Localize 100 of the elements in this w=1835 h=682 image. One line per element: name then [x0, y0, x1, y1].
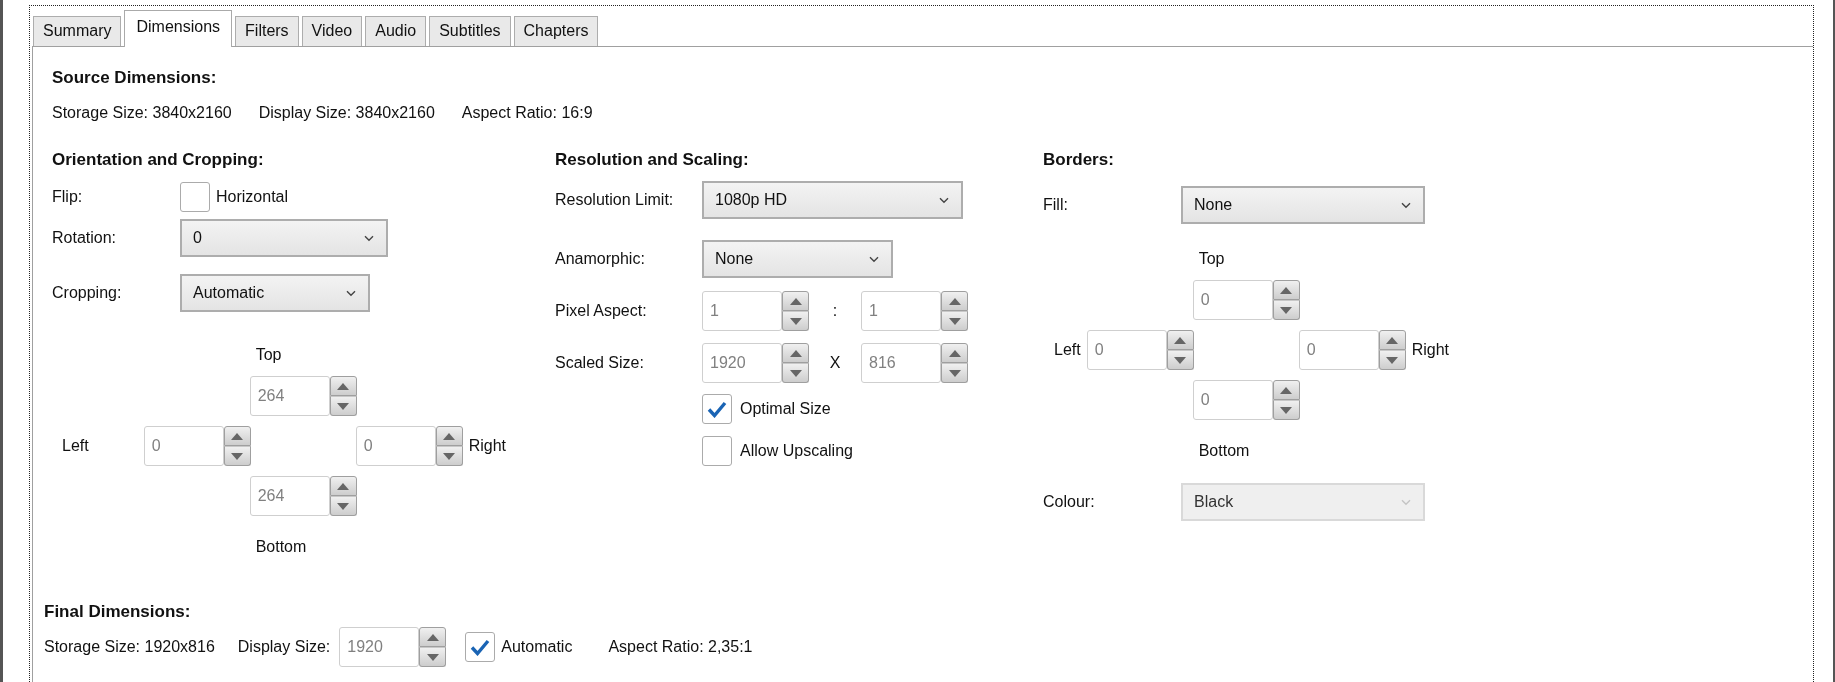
decrement-button[interactable]: [782, 311, 809, 331]
decrement-button[interactable]: [782, 363, 809, 383]
number-field[interactable]: 0: [1192, 280, 1273, 320]
chevron-down-icon: [869, 255, 879, 263]
up-triangle-icon: [337, 482, 350, 490]
down-triangle-icon: [789, 317, 802, 325]
number-field[interactable]: 264: [249, 376, 330, 416]
increment-button[interactable]: [1166, 330, 1194, 350]
number-field[interactable]: 264: [249, 476, 330, 516]
increment-button[interactable]: [419, 627, 447, 647]
increment-button[interactable]: [1272, 280, 1300, 300]
decrement-button[interactable]: [941, 363, 968, 383]
increment-button[interactable]: [941, 291, 968, 311]
decrement-button[interactable]: [1272, 300, 1300, 320]
field-label: Cropping:: [52, 284, 123, 302]
down-triangle-icon: [789, 369, 802, 377]
number-field[interactable]: 0: [355, 426, 436, 466]
chevron-down-icon: [1401, 498, 1411, 506]
increment-button[interactable]: [1272, 380, 1300, 400]
info-text: Storage Size: 1920x816: [44, 638, 215, 656]
up-triangle-icon: [789, 349, 802, 357]
number-field[interactable]: 816: [861, 343, 941, 383]
decrement-button[interactable]: [1166, 350, 1194, 370]
up-triangle-icon: [1280, 386, 1293, 394]
increment-button[interactable]: [435, 426, 463, 446]
increment-button[interactable]: [329, 376, 357, 396]
decrement-button[interactable]: [1272, 400, 1300, 420]
tab[interactable]: Video: [301, 16, 363, 46]
field-label: Fill:: [1043, 196, 1069, 214]
tab[interactable]: Summary: [33, 16, 122, 46]
field-label: Pixel Aspect:: [555, 302, 648, 320]
field-label: Top: [1197, 249, 1226, 269]
checkbox[interactable]: [180, 182, 210, 212]
tab[interactable]: Subtitles: [429, 16, 511, 46]
increment-button[interactable]: [1378, 330, 1406, 350]
increment-button[interactable]: [329, 476, 357, 496]
up-triangle-icon: [337, 382, 350, 390]
increment-button[interactable]: [223, 426, 251, 446]
field-label: Right: [1411, 341, 1450, 359]
dropdown[interactable]: None: [1181, 186, 1425, 224]
info-text: Aspect Ratio: 2,35:1: [608, 638, 753, 656]
decrement-button[interactable]: [329, 496, 357, 516]
field-label: Colour:: [1043, 493, 1096, 511]
decrement-button[interactable]: [419, 647, 447, 667]
decrement-button[interactable]: [329, 396, 357, 416]
field-label: Resolution Limit:: [555, 191, 675, 209]
up-triangle-icon: [789, 297, 802, 305]
chevron-down-icon: [1401, 201, 1411, 209]
decrement-button[interactable]: [941, 311, 968, 331]
chevron-down-icon: [364, 234, 374, 242]
field-label: Flip:: [52, 188, 84, 206]
check-icon: [470, 638, 491, 656]
dropdown[interactable]: None: [702, 240, 893, 278]
number-field[interactable]: 1920: [702, 343, 782, 383]
decrement-button[interactable]: [1378, 350, 1406, 370]
number-field[interactable]: 0: [1086, 330, 1167, 370]
down-triangle-icon: [1280, 306, 1293, 314]
up-triangle-icon: [948, 297, 961, 305]
number-field[interactable]: 0: [1192, 380, 1273, 420]
chevron-down-icon: [939, 196, 949, 204]
info-text: Aspect Ratio: 16:9: [461, 104, 593, 122]
separator-text: X: [828, 354, 842, 372]
decrement-button[interactable]: [223, 446, 251, 466]
field-label: Scaled Size:: [555, 354, 645, 372]
down-triangle-icon: [1280, 406, 1293, 414]
number-field[interactable]: 1: [861, 291, 941, 331]
dropdown[interactable]: 0: [180, 219, 388, 257]
tab[interactable]: Dimensions: [124, 10, 233, 47]
dropdown[interactable]: 1080p HD: [702, 181, 963, 219]
field-label: Bottom: [254, 537, 308, 557]
tab[interactable]: Filters: [235, 16, 299, 46]
dropdown[interactable]: Automatic: [180, 274, 370, 312]
down-triangle-icon: [337, 502, 350, 510]
increment-button[interactable]: [941, 343, 968, 363]
chevron-down-icon: [346, 289, 356, 297]
checkbox[interactable]: [702, 436, 732, 466]
checkbox[interactable]: [465, 632, 496, 662]
increment-button[interactable]: [782, 291, 809, 311]
checkbox-label: Horizontal: [216, 188, 289, 206]
number-field[interactable]: 1: [702, 291, 782, 331]
number-field[interactable]: 1920: [339, 627, 420, 667]
tab[interactable]: Audio: [365, 16, 427, 46]
field-label: Left: [1054, 341, 1081, 359]
field-label: Bottom: [1197, 441, 1251, 461]
field-label: Rotation:: [52, 229, 118, 247]
down-triangle-icon: [443, 452, 456, 460]
checkbox[interactable]: [702, 394, 732, 424]
number-field[interactable]: 0: [1298, 330, 1379, 370]
field-label: Display Size:: [237, 638, 331, 656]
up-triangle-icon: [1174, 336, 1187, 344]
tab[interactable]: Chapters: [513, 16, 599, 46]
field-label: Left: [62, 437, 90, 455]
decrement-button[interactable]: [435, 446, 463, 466]
increment-button[interactable]: [782, 343, 809, 363]
number-field[interactable]: 0: [143, 426, 224, 466]
down-triangle-icon: [1386, 356, 1399, 364]
field-label: Right: [468, 437, 507, 455]
up-triangle-icon: [1280, 286, 1293, 294]
up-triangle-icon: [231, 432, 244, 440]
field-label: Top: [254, 345, 283, 365]
